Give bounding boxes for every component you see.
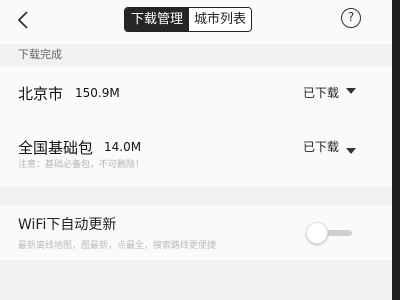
- download-item-base-package[interactable]: 全国基础包 14.0M 已下载 注意：基础必备包，不可删除！: [0, 120, 392, 186]
- wifi-auto-update-description: 最新离线地图，图最新，点最全，搜索路线更便捷: [18, 241, 217, 251]
- download-status: 已下载: [303, 86, 340, 100]
- city-name: 全国基础包: [18, 139, 94, 157]
- section-header-download-complete: 下载完成: [18, 48, 62, 61]
- wifi-auto-update-row: WiFi下自动更新 最新离线地图，图最新，点最全，搜索路线更便捷: [0, 206, 392, 260]
- segmented-control: 下载管理 城市列表: [124, 7, 252, 32]
- wifi-auto-update-toggle[interactable]: [306, 222, 352, 244]
- wifi-auto-update-title: WiFi下自动更新: [18, 217, 117, 233]
- screen-edge: [392, 0, 400, 300]
- toggle-knob: [306, 222, 328, 244]
- download-status: 已下载: [303, 140, 340, 154]
- file-size: 14.0M: [104, 140, 142, 154]
- back-icon[interactable]: [10, 6, 38, 34]
- package-note: 注意：基础必备包，不可删除！: [18, 160, 145, 170]
- help-icon[interactable]: ?: [341, 8, 361, 28]
- app-screen: 下载管理 城市列表 ? 下载完成 北京市 150.9M 已下载 全国基础包 14…: [0, 0, 392, 300]
- top-bar: 下载管理 城市列表 ?: [0, 0, 392, 44]
- tab-city-list[interactable]: 城市列表: [189, 8, 251, 31]
- chevron-down-icon[interactable]: [346, 88, 356, 94]
- tab-download-management[interactable]: 下载管理: [125, 8, 189, 31]
- city-name: 北京市: [18, 85, 64, 103]
- download-item-beijing[interactable]: 北京市 150.9M 已下载: [0, 66, 392, 120]
- chevron-down-icon[interactable]: [346, 148, 356, 154]
- file-size: 150.9M: [75, 86, 120, 100]
